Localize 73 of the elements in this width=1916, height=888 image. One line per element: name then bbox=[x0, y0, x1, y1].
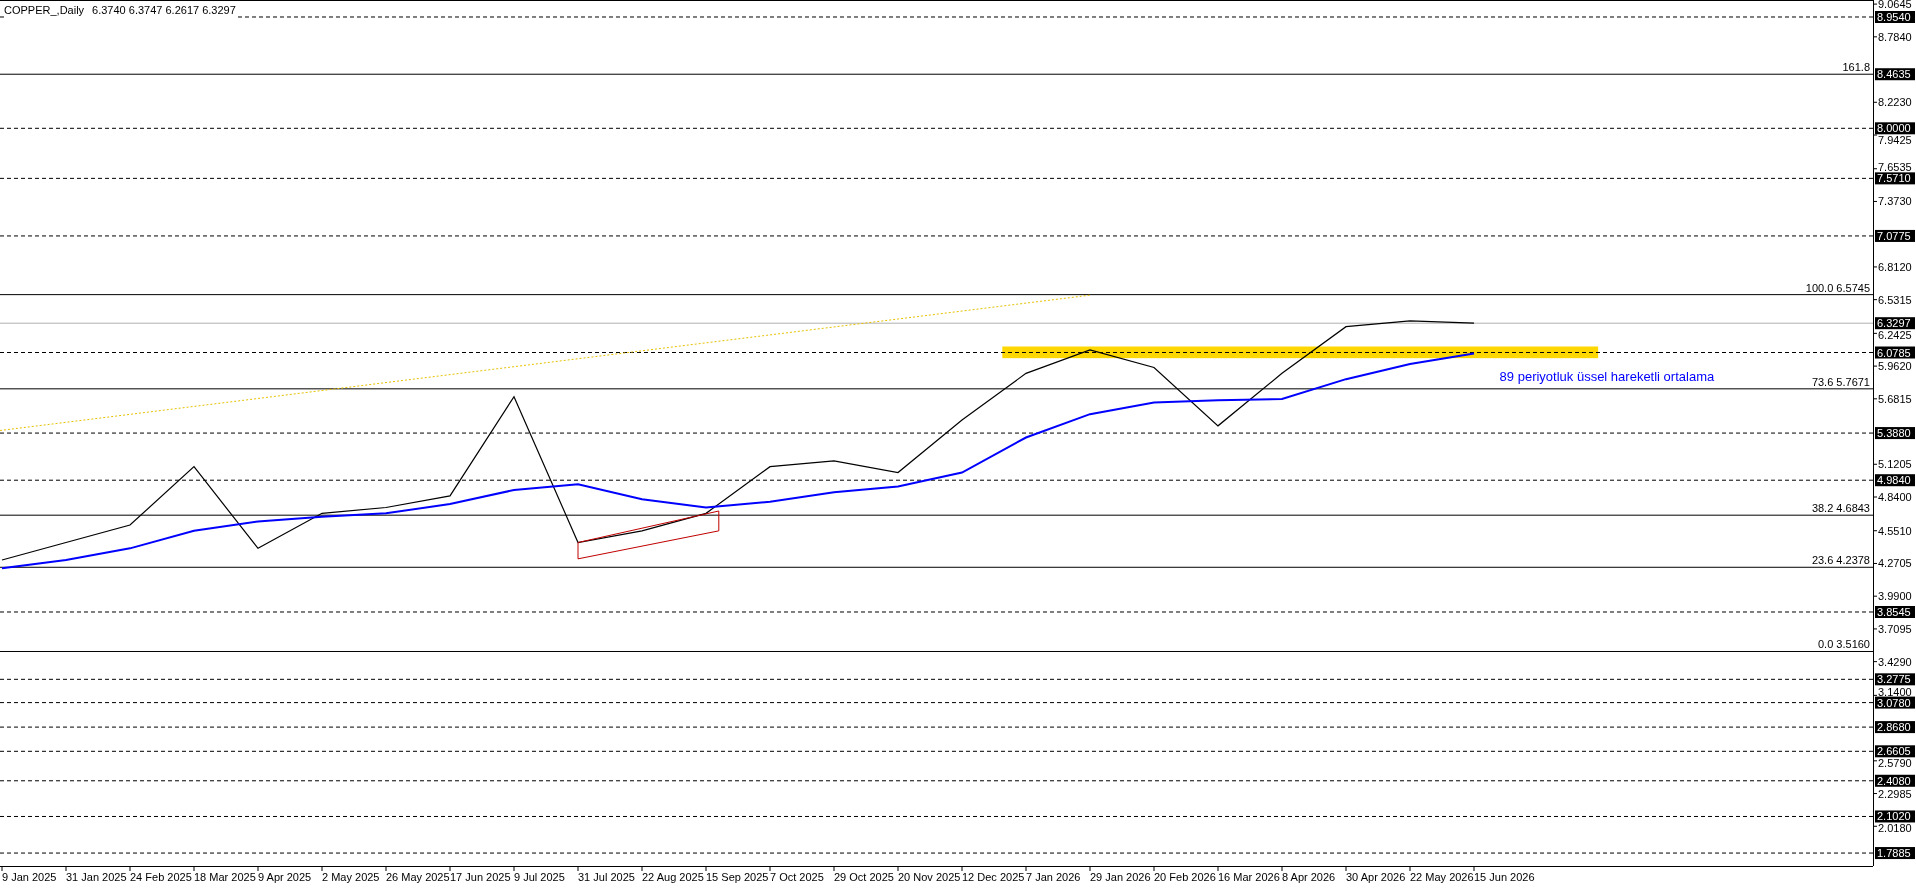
date-tick-label: 31 Jul 2025 bbox=[578, 871, 635, 883]
price-tick-label: 6.8120 bbox=[1878, 260, 1912, 273]
fibonacci-level-label: 38.2 4.6843 bbox=[1811, 502, 1870, 515]
date-tick-label: 9 Jan 2025 bbox=[2, 871, 57, 883]
price-tick-label: 4.2705 bbox=[1878, 557, 1912, 570]
date-tick-label: 22 May 2026 bbox=[1410, 871, 1474, 883]
price-tick-label: 3.1400 bbox=[1878, 685, 1912, 698]
date-tick-label: 7 Jan 2026 bbox=[1026, 871, 1081, 883]
price-tick-label: 8.7840 bbox=[1878, 30, 1912, 43]
price-tick-label: 7.9425 bbox=[1878, 134, 1912, 147]
price-label: 2.1020 bbox=[1875, 810, 1915, 823]
price-label: 5.3880 bbox=[1875, 427, 1915, 440]
symbol-title: COPPER_,Daily bbox=[4, 3, 85, 18]
price-tick-label: 2.5790 bbox=[1878, 757, 1912, 770]
date-tick-label: 20 Feb 2026 bbox=[1154, 871, 1216, 883]
price-tick-label: 8.2230 bbox=[1878, 96, 1912, 109]
date-tick-label: 26 May 2025 bbox=[386, 871, 450, 883]
price-tick-label: 4.5510 bbox=[1878, 524, 1912, 537]
fibonacci-level-label: 73.6 5.7671 bbox=[1811, 375, 1870, 388]
price-tick-label: 7.3730 bbox=[1878, 195, 1912, 208]
price-tick-label: 4.8400 bbox=[1878, 491, 1912, 503]
price-tick-label: 9.0645 bbox=[1878, 0, 1912, 11]
date-tick-label: 15 Jun 2026 bbox=[1474, 871, 1535, 883]
price-label: 6.0785 bbox=[1875, 346, 1915, 359]
price-label: 7.0775 bbox=[1875, 229, 1915, 242]
price-label: 2.6605 bbox=[1875, 745, 1915, 758]
fibonacci-level-label: 23.6 4.2378 bbox=[1811, 554, 1870, 567]
indicator-note: 89 periyotluk üssel hareketli ortalama bbox=[1499, 369, 1715, 385]
date-tick-label: 9 Apr 2025 bbox=[258, 871, 312, 883]
price-tick-label: 7.6535 bbox=[1878, 161, 1912, 174]
date-tick-label: 29 Jan 2026 bbox=[1090, 871, 1151, 883]
price-tick-label: 2.2985 bbox=[1878, 787, 1912, 800]
price-label: 8.4635 bbox=[1875, 68, 1915, 81]
price-tick-label: 3.7095 bbox=[1878, 622, 1912, 635]
date-tick-label: 16 Mar 2026 bbox=[1218, 871, 1280, 883]
date-tick-label: 24 Feb 2025 bbox=[130, 871, 192, 883]
price-label: 4.9840 bbox=[1875, 474, 1915, 487]
price-tick-label: 3.9900 bbox=[1878, 590, 1912, 603]
fibonacci-level-label: 161.8 bbox=[1842, 61, 1870, 74]
date-tick-label: 22 Aug 2025 bbox=[642, 871, 704, 883]
price-tick-label: 2.0180 bbox=[1878, 822, 1912, 835]
date-tick-label: 8 Apr 2026 bbox=[1282, 871, 1336, 883]
date-tick-label: 29 Oct 2025 bbox=[834, 871, 894, 883]
date-tick-label: 31 Jan 2025 bbox=[66, 871, 127, 883]
price-tick-label: 5.1205 bbox=[1878, 458, 1912, 471]
price-label: 3.2775 bbox=[1875, 673, 1915, 686]
fibonacci-level-label: 0.0 3.5160 bbox=[1818, 638, 1870, 651]
date-tick-label: 20 Nov 2025 bbox=[898, 871, 961, 883]
date-tick-label: 30 Apr 2026 bbox=[1346, 871, 1406, 883]
price-label: 2.8680 bbox=[1875, 721, 1915, 734]
date-tick-label: 2 May 2025 bbox=[322, 871, 380, 883]
price-label: 8.0000 bbox=[1875, 122, 1915, 135]
price-tick-label: 6.2425 bbox=[1878, 329, 1912, 342]
price-label: 3.8545 bbox=[1875, 606, 1915, 618]
price-label: 3.0780 bbox=[1875, 696, 1915, 709]
fibonacci-level-label: 100.0 6.5745 bbox=[1805, 281, 1870, 294]
price-label: 6.3297 bbox=[1875, 317, 1915, 330]
price-label: 2.4080 bbox=[1875, 774, 1915, 787]
price-tick-label: 5.6815 bbox=[1878, 392, 1912, 405]
ohlc-values: 6.3740 6.3747 6.2617 6.3297 bbox=[92, 3, 236, 18]
date-tick-label: 7 Oct 2025 bbox=[770, 871, 824, 883]
price-label: 8.9540 bbox=[1875, 11, 1915, 23]
date-tick-label: 12 Dec 2025 bbox=[962, 871, 1025, 883]
price-tick-label: 5.9620 bbox=[1878, 360, 1912, 373]
date-tick-label: 17 Jun 2025 bbox=[450, 871, 511, 883]
date-tick-label: 18 Mar 2025 bbox=[194, 871, 256, 883]
date-tick-label: 15 Sep 2025 bbox=[706, 871, 769, 883]
ref-line-label: 3.8545 bbox=[1877, 605, 1911, 618]
price-label: 1.7885 bbox=[1875, 847, 1915, 860]
date-tick-label: 9 Jul 2025 bbox=[514, 871, 565, 883]
price-label: 7.5710 bbox=[1875, 172, 1915, 185]
price-tick-label: 6.5315 bbox=[1878, 293, 1912, 306]
price-tick-label: 3.4290 bbox=[1878, 655, 1912, 668]
